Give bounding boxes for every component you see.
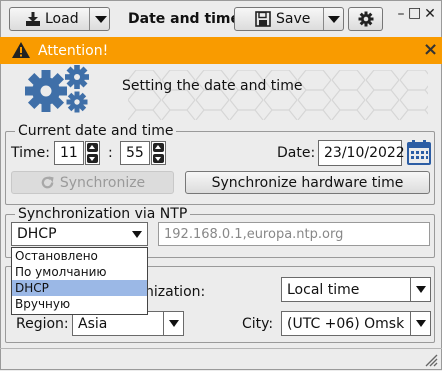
- ntp-mode-select[interactable]: DHCP: [11, 222, 148, 246]
- time-mode-select[interactable]: Local time: [281, 277, 431, 302]
- city-select[interactable]: (UTC +06) Omsk: [281, 311, 431, 336]
- minutes-increment-icon[interactable]: [153, 143, 164, 152]
- attention-text: Attention!: [38, 43, 109, 59]
- hours-input[interactable]: 11: [54, 141, 84, 165]
- minutes-stepper[interactable]: [151, 141, 166, 165]
- close-window-button[interactable]: ✕: [424, 7, 436, 21]
- hours-increment-icon[interactable]: [87, 143, 98, 152]
- ntp-mode-option-selected[interactable]: DHCP: [12, 280, 147, 296]
- ntp-mode-dropdown-list: Остановлено По умолчанию DHCP Вручную: [11, 247, 148, 315]
- minutes-decrement-icon[interactable]: [153, 154, 164, 163]
- region-chevron-icon[interactable]: [163, 312, 183, 335]
- settings-button[interactable]: [348, 7, 383, 31]
- restore-button[interactable]: □: [408, 6, 421, 20]
- attention-close-button[interactable]: ×: [423, 41, 438, 59]
- ntp-mode-chevron-icon[interactable]: [127, 223, 147, 245]
- synchronize-hardware-button[interactable]: Synchronize hardware time: [185, 171, 430, 194]
- region-value: Asia: [78, 315, 108, 332]
- hours-decrement-icon[interactable]: [87, 154, 98, 163]
- load-split-divider: [89, 8, 90, 30]
- hours-stepper[interactable]: [85, 141, 100, 165]
- city-value: (UTC +06) Omsk: [287, 315, 405, 332]
- region-label: Region:: [16, 316, 69, 332]
- time-label: Time:: [11, 145, 50, 161]
- ntp-servers-input[interactable]: 192.168.0.1,europa.ntp.org: [158, 222, 430, 246]
- load-menu-chevron-icon[interactable]: [95, 16, 107, 23]
- resize-grip-icon[interactable]: [424, 353, 438, 367]
- city-chevron-icon[interactable]: [410, 312, 430, 335]
- refresh-icon: [40, 175, 55, 190]
- time-mode-value: Local time: [287, 281, 360, 298]
- synchronize-button-label: Synchronize: [59, 174, 146, 191]
- save-menu-chevron-icon[interactable]: [328, 16, 340, 23]
- time-separator: :: [108, 145, 113, 161]
- save-split-divider: [323, 8, 324, 30]
- current-datetime-legend: Current date and time: [15, 123, 177, 139]
- floppy-disk-icon: [255, 11, 271, 27]
- ntp-mode-option[interactable]: По умолчанию: [12, 264, 147, 280]
- status-bar-divider: [0, 348, 442, 349]
- calendar-icon[interactable]: [407, 140, 431, 165]
- minutes-input[interactable]: 55: [120, 141, 150, 165]
- ntp-mode-option[interactable]: Остановлено: [12, 248, 147, 264]
- window-title: Date and time: [128, 11, 241, 27]
- save-button-label: Save: [276, 11, 311, 27]
- load-button-label: Load: [45, 11, 79, 27]
- load-button[interactable]: Load: [9, 7, 110, 31]
- gear-icon: [358, 11, 374, 27]
- time-mode-chevron-icon[interactable]: [410, 278, 430, 301]
- date-input[interactable]: 23/10/2022: [318, 140, 405, 166]
- warning-icon: [11, 41, 31, 59]
- download-icon: [25, 11, 41, 27]
- ntp-mode-option[interactable]: Вручную: [12, 296, 147, 312]
- settings-gears-icon: [22, 64, 94, 116]
- synchronize-hardware-label: Synchronize hardware time: [211, 174, 404, 191]
- city-label: City:: [242, 316, 274, 332]
- ntp-mode-value: DHCP: [17, 226, 57, 242]
- ntp-legend: Synchronization via NTP: [15, 206, 191, 222]
- save-button[interactable]: Save: [234, 7, 344, 31]
- header-title: Setting the date and time: [122, 78, 303, 94]
- date-label: Date:: [277, 145, 316, 161]
- minimize-button[interactable]: –: [395, 7, 407, 21]
- synchronize-button[interactable]: Synchronize: [11, 171, 174, 194]
- time-sync-mode-label: nization:: [145, 284, 206, 300]
